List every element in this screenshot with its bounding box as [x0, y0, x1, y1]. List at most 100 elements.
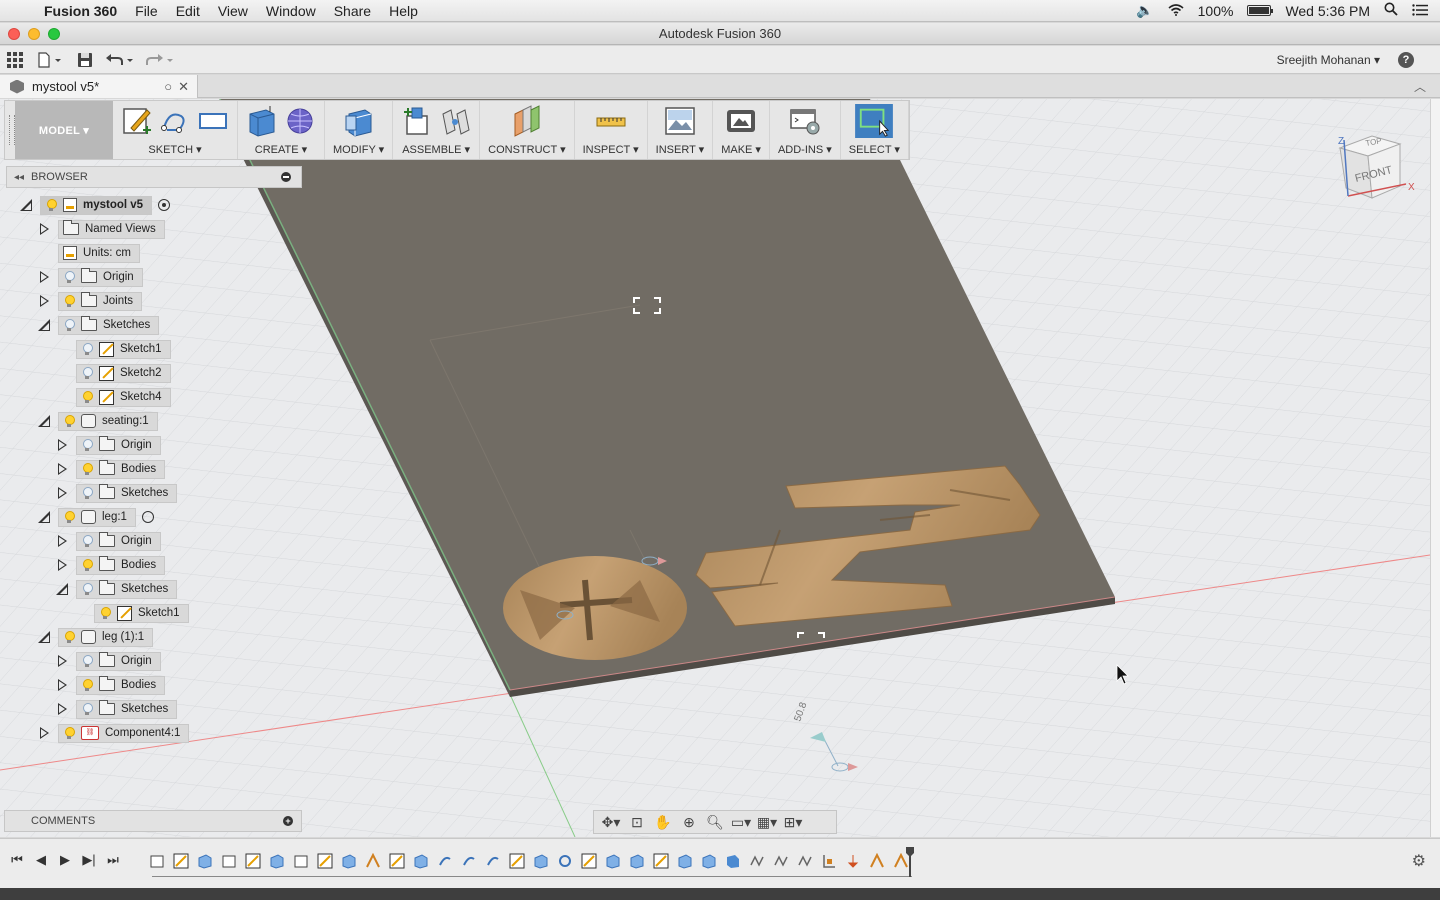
timeline-settings-gear-icon[interactable]: ⚙	[1412, 851, 1426, 871]
tree-row-seating-sketches[interactable]: Sketches	[56, 483, 178, 503]
tree-row-leg-1-origin[interactable]: Origin	[56, 651, 161, 671]
tree-row-sketch2[interactable]: Sketch2	[76, 363, 171, 383]
close-tab-icon[interactable]: ✕	[178, 79, 189, 95]
timeline-extrude-icon[interactable]	[698, 852, 720, 870]
3d-viewport[interactable]: 50.8	[0, 99, 1430, 837]
tree-row-seating-origin[interactable]: Origin	[56, 435, 161, 455]
menu-help[interactable]: Help	[380, 3, 427, 19]
menu-file[interactable]: File	[126, 3, 167, 19]
timeline-body-icon[interactable]	[722, 852, 744, 870]
display-settings-icon[interactable]: ▭▾	[730, 814, 752, 831]
timeline-prev-icon[interactable]: ◀	[32, 851, 50, 869]
expand-toggle[interactable]	[38, 727, 50, 739]
timeline-extrude-icon[interactable]	[674, 852, 696, 870]
tree-row-leg-sketch1[interactable]: Sketch1	[94, 603, 189, 623]
browser-minimize-icon[interactable]	[281, 172, 291, 182]
timeline-track[interactable]	[152, 876, 912, 877]
timeline-joint-icon[interactable]	[794, 852, 816, 870]
timeline-sketch-icon[interactable]	[242, 852, 264, 870]
visibility-bulb-icon[interactable]	[81, 534, 93, 548]
timeline-sketch-icon[interactable]	[386, 852, 408, 870]
timeline-component-icon[interactable]	[290, 852, 312, 870]
document-tab[interactable]: mystool v5* ○ ✕	[0, 75, 198, 98]
tree-row-named-views[interactable]: Named Views	[38, 219, 165, 239]
timeline-pattern-icon[interactable]	[554, 852, 576, 870]
timeline-move-icon[interactable]	[434, 852, 456, 870]
visibility-bulb-icon[interactable]	[81, 366, 93, 380]
timeline-move-icon[interactable]	[458, 852, 480, 870]
visibility-bulb-icon[interactable]	[81, 678, 93, 692]
timeline-extrude-icon[interactable]	[626, 852, 648, 870]
help-icon[interactable]: ?	[1398, 51, 1414, 68]
ribbon-group-select[interactable]: SELECT ▾	[840, 101, 909, 159]
zoom-window-button[interactable]	[48, 28, 60, 40]
timeline-sketch-icon[interactable]	[650, 852, 672, 870]
ribbon-group-modify[interactable]: MODIFY ▾	[325, 101, 394, 159]
visibility-bulb-icon[interactable]	[81, 462, 93, 476]
seat-disc[interactable]	[503, 556, 687, 660]
visibility-bulb-icon[interactable]	[81, 702, 93, 716]
tree-row-sketches[interactable]: Sketches	[38, 315, 160, 335]
collapse-browser-icon[interactable]: ◂◂	[7, 172, 31, 183]
expand-toggle[interactable]	[56, 583, 68, 595]
visibility-bulb-icon[interactable]	[63, 318, 75, 332]
viewports-icon[interactable]: ⊞▾	[782, 814, 804, 831]
visibility-bulb-icon[interactable]	[63, 270, 75, 284]
tree-row-root[interactable]: mystool v5	[20, 195, 171, 215]
visibility-bulb-icon[interactable]	[63, 294, 75, 308]
tree-row-component4[interactable]: ⛓ Component4:1	[38, 723, 190, 743]
timeline-extrude-icon[interactable]	[194, 852, 216, 870]
expand-toggle[interactable]	[38, 511, 50, 523]
visibility-bulb-icon[interactable]	[81, 654, 93, 668]
tree-row-origin[interactable]: Origin	[38, 267, 143, 287]
visibility-bulb-icon[interactable]	[81, 438, 93, 452]
grid-settings-icon[interactable]: ▦▾	[756, 814, 778, 831]
expand-toggle[interactable]	[38, 295, 50, 307]
timeline-sketch-icon[interactable]	[506, 852, 528, 870]
expand-toggle[interactable]	[56, 559, 68, 571]
expand-toggle[interactable]	[38, 319, 50, 331]
visibility-bulb-icon[interactable]	[45, 198, 57, 212]
tree-row-seating-bodies[interactable]: Bodies	[56, 459, 166, 479]
timeline-move-icon[interactable]	[482, 852, 504, 870]
ribbon-group-insert[interactable]: INSERT ▾	[648, 101, 714, 159]
tree-row-sketch1[interactable]: Sketch1	[76, 339, 171, 359]
ribbon-group-sketch[interactable]: SKETCH ▾	[113, 101, 238, 159]
timeline-extrude-icon[interactable]	[530, 852, 552, 870]
visibility-bulb-icon[interactable]	[99, 606, 111, 620]
timeline-rigid-icon[interactable]	[842, 852, 864, 870]
timeline-joint-icon[interactable]	[362, 852, 384, 870]
timeline-marker[interactable]	[906, 847, 914, 877]
tree-row-leg-1-sketches[interactable]: Sketches	[56, 699, 178, 719]
visibility-bulb-icon[interactable]	[63, 414, 75, 428]
workspace-switcher[interactable]: MODEL ▾	[15, 101, 113, 159]
tree-row-leg-sketches[interactable]: Sketches	[56, 579, 178, 599]
orbit-icon[interactable]: ✥▾	[600, 814, 622, 831]
menu-edit[interactable]: Edit	[167, 3, 209, 19]
menu-view[interactable]: View	[209, 3, 257, 19]
menu-app-name[interactable]: Fusion 360	[40, 3, 126, 19]
timeline-first-icon[interactable]: ⏮	[8, 851, 26, 869]
comments-panel-header[interactable]: COMMENTS +	[4, 810, 302, 832]
volume-icon[interactable]: 🔈	[1136, 2, 1153, 19]
expand-toggle[interactable]	[20, 199, 32, 211]
ribbon-group-construct[interactable]: CONSTRUCT ▾	[480, 101, 575, 159]
timeline-joint-icon[interactable]	[866, 852, 888, 870]
timeline-component-icon[interactable]	[218, 852, 240, 870]
timeline-next-icon[interactable]: ▶|	[80, 851, 98, 869]
collapse-toolbar-icon[interactable]: ︿	[1414, 78, 1426, 95]
visibility-bulb-icon[interactable]	[81, 390, 93, 404]
tree-row-units[interactable]: Units: cm	[58, 243, 140, 263]
timeline-extrude-icon[interactable]	[602, 852, 624, 870]
timeline-component-icon[interactable]	[146, 852, 168, 870]
close-window-button[interactable]	[8, 28, 20, 40]
fit-zoom-icon[interactable]: 🔍︎	[704, 814, 726, 831]
ribbon-group-assemble[interactable]: ASSEMBLE ▾	[393, 101, 481, 159]
expand-toggle[interactable]	[38, 415, 50, 427]
tree-row-leg-bodies[interactable]: Bodies	[56, 555, 166, 575]
undo-icon[interactable]	[100, 48, 140, 72]
timeline-play-icon[interactable]: ▶	[56, 851, 74, 869]
data-panel-grid-icon[interactable]	[0, 48, 30, 72]
wifi-icon[interactable]	[1168, 3, 1184, 19]
visibility-bulb-icon[interactable]	[63, 510, 75, 524]
